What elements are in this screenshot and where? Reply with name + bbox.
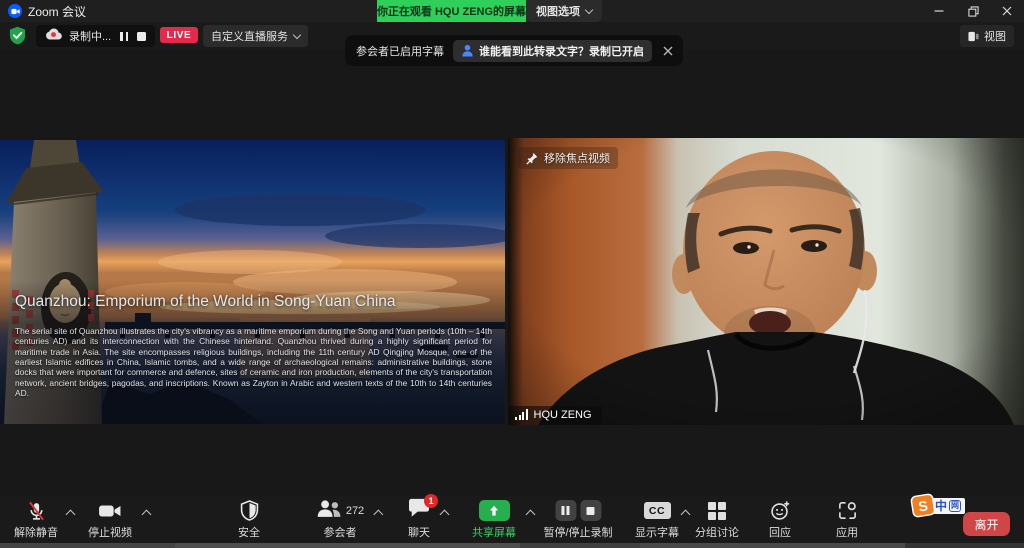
zoom-meeting-window: Zoom 会议 你正在观看 HQU ZENG的屏幕 视图选项: [0, 0, 1024, 548]
app-brand: Zoom 会议: [8, 0, 86, 22]
share-screen-icon: [479, 500, 510, 521]
logo-s-mark: S: [912, 494, 935, 516]
stop-video-button[interactable]: 停止视频: [88, 499, 132, 540]
chat-bubble-icon: 1: [408, 498, 430, 523]
participant-name: HQU ZENG: [534, 409, 592, 421]
audio-level-icon: [515, 409, 528, 421]
view-options-label: 视图选项: [536, 3, 580, 19]
unmute-label: 解除静音: [14, 524, 58, 540]
shared-screen-panel: Quanzhou: Emporium of the World in Song-…: [0, 140, 505, 424]
breakout-rooms-button[interactable]: 分组讨论: [695, 499, 739, 540]
chevron-down-icon: [293, 30, 301, 38]
participant-name-chip: HQU ZENG: [508, 406, 602, 425]
stream-service-label: 自定义直播服务: [211, 28, 288, 44]
remove-spotlight-label: 移除焦点视频: [544, 150, 610, 166]
chat-unread-badge: 1: [424, 494, 438, 508]
show-captions-button[interactable]: CC 显示字幕: [635, 499, 679, 540]
participants-count: 272: [346, 505, 364, 517]
mic-muted-icon: [26, 499, 47, 522]
chat-label: 聊天: [408, 524, 430, 540]
captions-notification: 参会者已启用字幕 谁能看到此转录文字？录制已开启: [345, 35, 683, 66]
chevron-up-icon[interactable]: [525, 510, 535, 520]
pause-stop-recording-label: 暂停/停止录制: [543, 524, 612, 540]
smiley-plus-icon: [770, 499, 791, 522]
chevron-up-icon[interactable]: [680, 510, 690, 520]
slide-title: Quanzhou: Emporium of the World in Song-…: [15, 293, 396, 311]
remove-spotlight-button[interactable]: 移除焦点视频: [518, 147, 618, 169]
chevron-up-icon[interactable]: [374, 510, 384, 520]
recording-indicator: 录制中...: [36, 25, 155, 47]
participants-icon: [316, 499, 342, 523]
close-button[interactable]: [990, 0, 1024, 22]
encryption-shield-icon[interactable]: [8, 26, 27, 50]
pause-stop-recording-button[interactable]: 暂停/停止录制: [543, 499, 612, 540]
chat-button[interactable]: 1 聊天: [408, 499, 430, 540]
slide-body-text: The serial site of Quanzhou illustrates …: [15, 326, 492, 398]
security-button[interactable]: 安全: [238, 499, 260, 540]
close-icon[interactable]: [663, 46, 673, 56]
spotlight-video-panel: 移除焦点视频 HQU ZENG: [508, 138, 1024, 425]
pause-recording-icon[interactable]: [555, 500, 576, 521]
transcript-button-label: 谁能看到此转录文字？录制已开启: [479, 43, 644, 59]
taskbar-edge: [0, 543, 1024, 548]
watching-screen-banner: 你正在观看 HQU ZENG的屏幕: [377, 0, 526, 22]
reactions-label: 回应: [769, 524, 791, 540]
view-label: 视图: [984, 28, 1006, 44]
chevron-up-icon[interactable]: [142, 510, 152, 520]
leave-meeting-button[interactable]: 离开: [963, 512, 1010, 536]
pause-recording-icon[interactable]: [118, 30, 130, 43]
title-bar: Zoom 会议 你正在观看 HQU ZENG的屏幕 视图选项: [0, 0, 1024, 22]
maximize-button[interactable]: [956, 0, 990, 22]
reactions-button[interactable]: 回应: [769, 499, 791, 540]
security-label: 安全: [238, 524, 260, 540]
cloud-recording-icon: [45, 27, 62, 45]
breakout-grid-icon: [708, 499, 726, 522]
stop-video-label: 停止视频: [88, 524, 132, 540]
shield-icon: [240, 499, 259, 522]
broadcast-watermark-logo: S 中 网: [921, 497, 965, 514]
meeting-toolbar: 解除静音 停止视频 安全 272 参会者: [0, 495, 1024, 543]
captions-enabled-text: 参会者已启用字幕: [356, 43, 444, 59]
share-screen-button[interactable]: 共享屏幕: [472, 499, 516, 540]
show-captions-label: 显示字幕: [635, 524, 679, 540]
logo-zhong-glyph: 中: [935, 497, 947, 514]
person-icon: [461, 44, 474, 57]
logo-wang-glyph: 网: [949, 500, 961, 512]
zoom-logo-icon: [8, 4, 22, 18]
unmute-button[interactable]: 解除静音: [14, 499, 58, 540]
transcript-visibility-button[interactable]: 谁能看到此转录文字？录制已开启: [453, 40, 652, 62]
view-layout-button[interactable]: 视图: [960, 25, 1014, 47]
participants-label: 参会者: [323, 524, 356, 540]
apps-label: 应用: [836, 524, 858, 540]
live-badge: LIVE: [160, 27, 198, 43]
pin-icon: [526, 152, 538, 165]
chevron-up-icon[interactable]: [440, 510, 450, 520]
window-controls: [922, 0, 1024, 22]
participants-button[interactable]: 272 参会者: [316, 499, 364, 540]
window-title: Zoom 会议: [28, 3, 86, 20]
video-camera-icon: [98, 499, 122, 522]
layout-icon: [968, 31, 979, 42]
chevron-up-icon[interactable]: [66, 510, 76, 520]
minimize-button[interactable]: [922, 0, 956, 22]
stop-recording-icon[interactable]: [137, 32, 146, 41]
chevron-down-icon: [585, 5, 593, 13]
view-options-button[interactable]: 视图选项: [526, 0, 602, 22]
apps-button[interactable]: 应用: [836, 499, 858, 540]
breakout-rooms-label: 分组讨论: [695, 524, 739, 540]
share-screen-label: 共享屏幕: [472, 524, 516, 540]
cc-icon: CC: [644, 502, 671, 519]
apps-icon: [837, 499, 858, 522]
live-stream-service-dropdown[interactable]: 自定义直播服务: [203, 25, 308, 47]
stop-recording-icon[interactable]: [580, 500, 601, 521]
webcam-video: [508, 138, 1024, 425]
recording-status-label: 录制中...: [69, 28, 111, 44]
